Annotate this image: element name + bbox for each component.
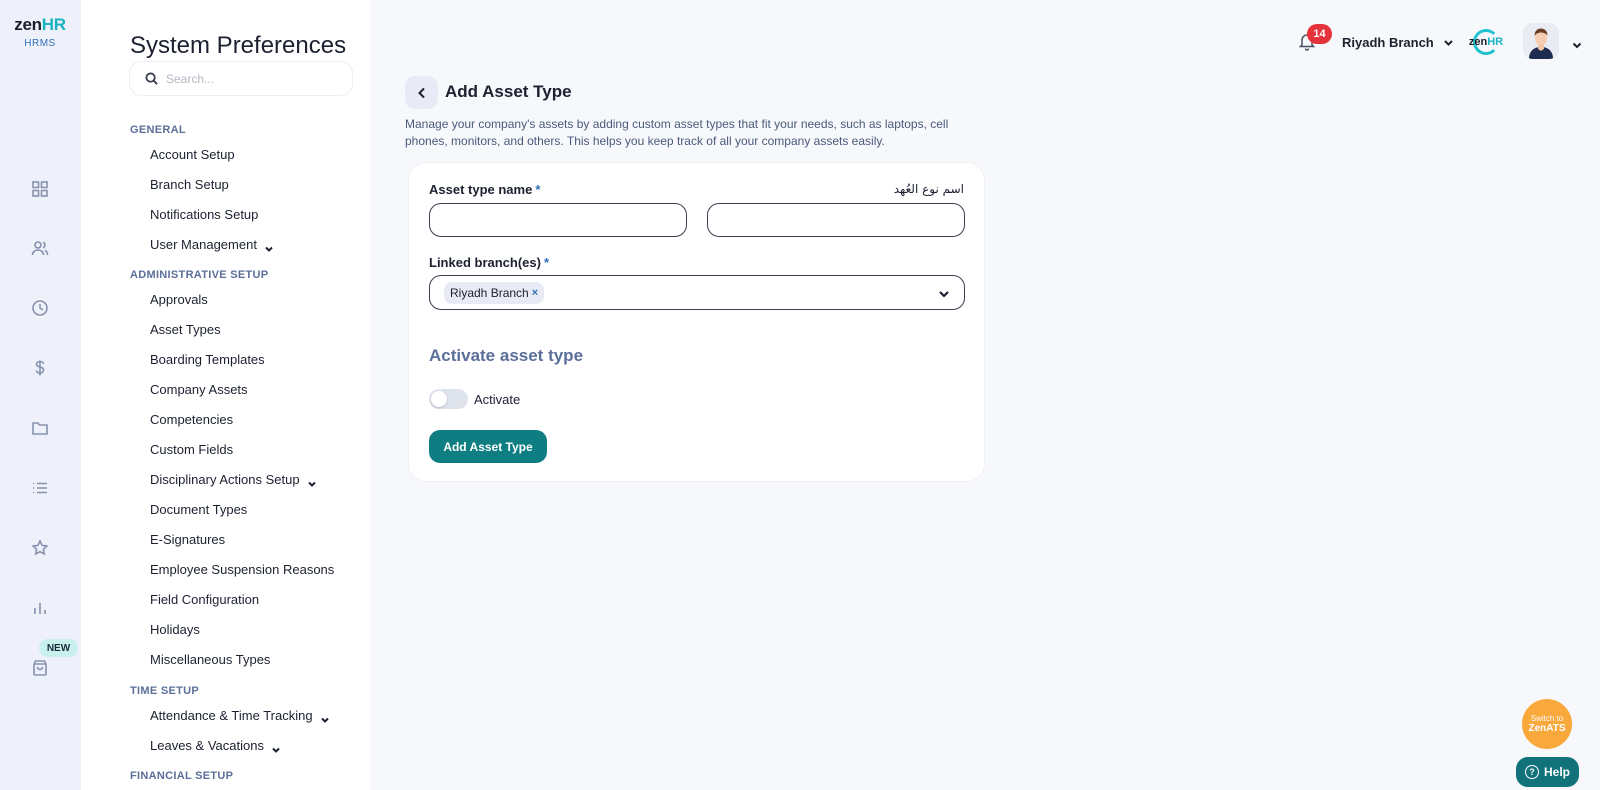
page-description: Manage your company's assets by adding c… [405, 117, 949, 148]
icon-rail: zenHR HRMS NEW [0, 0, 81, 790]
clock-icon[interactable] [28, 296, 52, 320]
asset-type-name-field[interactable] [429, 203, 687, 237]
help-button[interactable]: ? Help [1516, 757, 1579, 787]
chip-remove-icon[interactable]: × [532, 287, 538, 299]
sidebar-item-label: Attendance & Time Tracking [150, 708, 313, 723]
zenhr-mini-logo[interactable]: zenHR [1467, 28, 1505, 56]
sidebar-item-branch-setup[interactable]: Branch Setup [150, 177, 229, 192]
branch-selector[interactable]: Riyadh Branch [1342, 35, 1453, 50]
sidebar-item-holidays[interactable]: Holidays [150, 622, 200, 637]
new-badge: NEW [39, 639, 78, 657]
sidebar-item-label: Leaves & Vacations [150, 738, 264, 753]
branch-chip: Riyadh Branch × [444, 281, 545, 304]
ats-line2: ZenATS [1528, 722, 1566, 734]
help-icon: ? [1524, 765, 1539, 779]
asset-type-name-input[interactable] [430, 204, 686, 236]
logo-subtitle: HRMS [24, 38, 56, 49]
asset-type-name-ar-label: اسم نوع العُهد [893, 182, 964, 196]
toggle-knob [431, 391, 447, 407]
sidebar-item-custom-fields[interactable]: Custom Fields [150, 442, 233, 457]
chevron-down-icon [1444, 40, 1453, 46]
page-title: Add Asset Type [445, 82, 572, 101]
asset-type-name-ar-input[interactable] [708, 204, 964, 236]
sidebar-item-label: Disciplinary Actions Setup [150, 472, 300, 487]
linked-branches-label: Linked branch(es) * [429, 255, 549, 270]
required-mark: * [535, 182, 541, 197]
notification-count-badge: 14 [1307, 24, 1332, 44]
sidebar-title: System Preferences [130, 32, 347, 59]
sidebar-item-miscellaneous-types[interactable]: Miscellaneous Types [150, 652, 270, 667]
user-avatar[interactable] [1523, 23, 1559, 59]
search-input[interactable] [166, 71, 336, 86]
list-icon[interactable] [28, 476, 52, 500]
sidebar-item-attendance[interactable]: Attendance & Time Tracking [150, 708, 329, 723]
branch-chip-label: Riyadh Branch [450, 285, 529, 300]
sidebar-item-leaves[interactable]: Leaves & Vacations [150, 738, 280, 753]
dollar-icon[interactable] [28, 356, 52, 380]
label-text: Linked branch(es) [429, 255, 541, 270]
linked-branches-select[interactable]: Riyadh Branch × [429, 275, 965, 310]
chevron-down-icon [320, 712, 329, 723]
sidebar-item-disciplinary-actions[interactable]: Disciplinary Actions Setup [150, 472, 316, 487]
chevron-down-icon[interactable] [938, 287, 950, 299]
sidebar-item-competencies[interactable]: Competencies [150, 412, 233, 427]
sidebar-search[interactable] [129, 61, 353, 96]
preferences-sidebar: System Preferences GENERAL Account Setup… [81, 0, 371, 790]
branch-selector-label: Riyadh Branch [1342, 35, 1434, 50]
section-financial: FINANCIAL SETUP [130, 770, 234, 782]
help-label: Help [1543, 765, 1570, 779]
activate-toggle[interactable] [429, 389, 468, 409]
section-administrative: ADMINISTRATIVE SETUP [130, 269, 269, 281]
sidebar-item-document-types[interactable]: Document Types [150, 502, 247, 517]
logo-hr: HR [41, 15, 66, 34]
logo-zen: zen [14, 15, 42, 34]
star-icon[interactable] [28, 536, 52, 560]
sidebar-item-user-management[interactable]: User Management [150, 237, 273, 252]
chevron-down-icon[interactable] [1572, 37, 1582, 49]
label-text: Asset type name [429, 182, 533, 197]
sidebar-item-company-assets[interactable]: Company Assets [150, 382, 248, 397]
required-mark: * [543, 255, 550, 270]
chevron-left-icon [417, 87, 425, 98]
mini-logo-zen: zen [1468, 36, 1488, 48]
section-time: TIME SETUP [130, 685, 200, 697]
sidebar-item-approvals[interactable]: Approvals [150, 292, 208, 307]
folder-icon[interactable] [28, 416, 52, 440]
dashboard-icon[interactable] [28, 177, 52, 201]
chevron-down-icon [272, 742, 280, 753]
zenhr-logo[interactable]: zenHR HRMS [10, 15, 70, 50]
sidebar-item-asset-types[interactable]: Asset Types [150, 322, 221, 337]
activate-label: Activate [474, 392, 521, 407]
ats-line1: Switch to [1530, 713, 1564, 723]
switch-to-zenats-button[interactable]: Switch to ZenATS [1522, 699, 1572, 749]
asset-type-form: Asset type name * اسم نوع العُهد Linked b… [408, 162, 985, 482]
section-general: GENERAL [130, 124, 186, 136]
mini-logo-hr: HR [1487, 36, 1504, 48]
bar-chart-icon[interactable] [28, 596, 52, 620]
chevron-down-icon [265, 241, 273, 252]
asset-type-name-ar-field[interactable] [707, 203, 965, 237]
sidebar-item-label: User Management [150, 237, 257, 252]
sidebar-item-suspension-reasons[interactable]: Employee Suspension Reasons [150, 562, 334, 577]
activate-heading: Activate asset type [429, 346, 584, 365]
people-icon[interactable] [28, 236, 52, 260]
sidebar-item-account-setup[interactable]: Account Setup [150, 147, 235, 162]
sidebar-item-notifications-setup[interactable]: Notifications Setup [150, 207, 258, 222]
sidebar-item-boarding-templates[interactable]: Boarding Templates [150, 352, 265, 367]
asset-type-name-label: Asset type name * [429, 182, 540, 197]
search-icon [145, 72, 158, 85]
shopping-bag-icon[interactable] [28, 656, 52, 680]
chevron-down-icon [307, 476, 316, 487]
sidebar-item-e-signatures[interactable]: E-Signatures [150, 532, 225, 547]
back-button[interactable] [405, 76, 438, 109]
sidebar-item-field-configuration[interactable]: Field Configuration [150, 592, 259, 607]
add-asset-type-button[interactable]: Add Asset Type [429, 430, 547, 463]
